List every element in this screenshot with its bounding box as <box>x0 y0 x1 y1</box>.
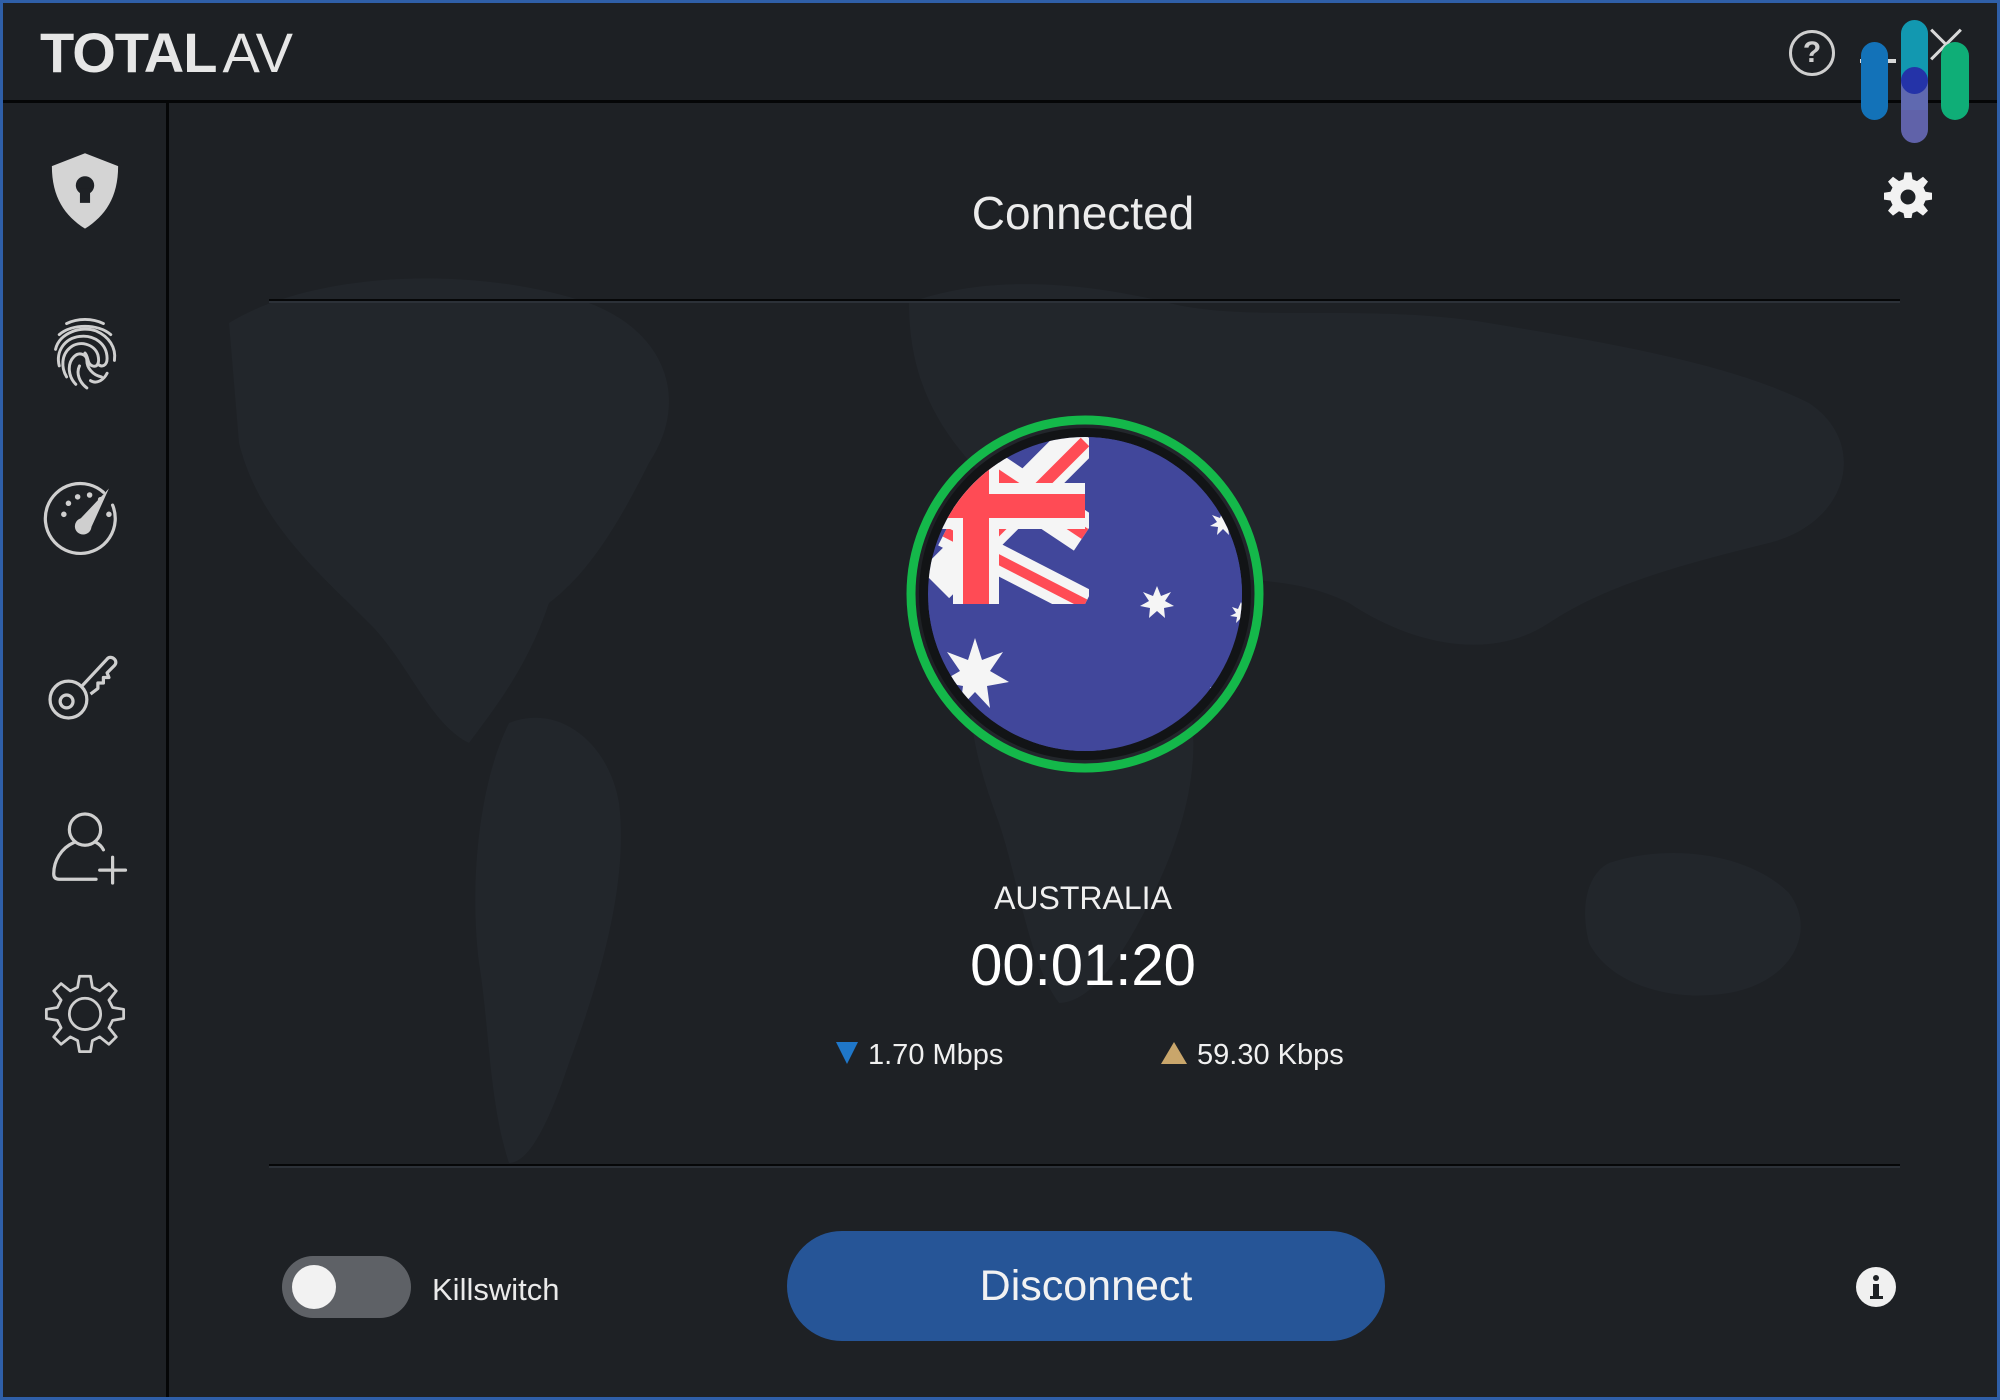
connection-timer: 00:01:20 <box>970 933 1196 998</box>
sidebar-item-settings[interactable] <box>35 963 135 1063</box>
disconnect-button[interactable]: Disconnect <box>787 1231 1385 1341</box>
bottom-divider <box>269 1164 1900 1168</box>
upload-speed: 59.30 Kbps <box>1161 1037 1344 1073</box>
download-speed: 1.70 Mbps <box>836 1037 1003 1073</box>
close-button[interactable] <box>1925 25 1965 65</box>
sidebar-item-vpn[interactable] <box>35 140 135 240</box>
info-icon[interactable] <box>1856 1267 1896 1307</box>
minimize-button[interactable] <box>1860 59 1896 63</box>
brand-logo: TOTAL AV <box>40 21 293 85</box>
add-user-icon <box>52 812 128 885</box>
country-name: AUSTRALIA <box>994 880 1172 916</box>
gear-icon <box>44 974 126 1054</box>
upload-speed-value: 59.30 Kbps <box>1197 1039 1344 1071</box>
download-speed-value: 1.70 Mbps <box>868 1039 1004 1071</box>
shield-lock-icon <box>51 153 119 229</box>
killswitch-toggle[interactable] <box>282 1256 411 1318</box>
brand-logo-av: AV <box>222 21 293 84</box>
key-icon <box>48 655 118 720</box>
help-icon[interactable]: ? <box>1789 30 1835 76</box>
connection-status: Connected <box>971 187 1195 239</box>
sidebar <box>3 103 169 1397</box>
vpn-main-panel: Connected AUSTRALIA 00:01:20 1.70 Mbps 5… <box>169 103 1997 1397</box>
killswitch-toggle-knob[interactable] <box>292 1265 336 1309</box>
country-flag-button[interactable] <box>905 414 1265 774</box>
upload-arrow-icon <box>1161 1042 1187 1065</box>
title-bar[interactable]: TOTAL AV ? <box>3 3 1997 103</box>
sidebar-item-speed[interactable] <box>35 468 135 568</box>
brand-logo-total: TOTAL <box>40 21 217 84</box>
killswitch-label: Killswitch <box>432 1272 560 1307</box>
download-arrow-icon <box>836 1042 858 1065</box>
top-divider <box>269 299 1900 303</box>
sidebar-item-identity[interactable] <box>35 303 135 403</box>
speedometer-icon <box>43 481 117 556</box>
vpn-window: TOTAL AV ? Connected AUSTRALIA 00:01:20 … <box>3 3 1997 1397</box>
fingerprint-icon <box>54 317 117 390</box>
sidebar-item-passwords[interactable] <box>35 633 135 733</box>
sidebar-item-account[interactable] <box>35 798 135 898</box>
